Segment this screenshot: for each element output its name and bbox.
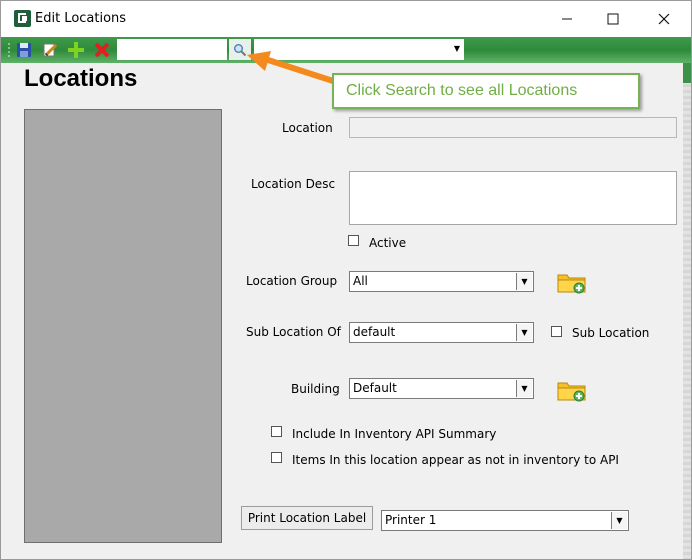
pencil-icon — [43, 43, 58, 57]
chevron-down-icon: ▼ — [516, 273, 532, 290]
app-logo-icon — [14, 10, 31, 27]
right-scrollbar[interactable] — [683, 63, 691, 559]
chevron-down-icon: ▼ — [611, 512, 627, 529]
location-group-value: All — [353, 274, 368, 288]
add-button[interactable] — [66, 40, 86, 60]
print-location-label-button[interactable]: Print Location Label — [241, 506, 373, 530]
save-icon — [17, 43, 31, 57]
toolbar-grip[interactable] — [8, 42, 10, 58]
search-input[interactable] — [117, 39, 227, 60]
printer-select[interactable]: Printer 1 ▼ — [381, 510, 629, 531]
add-location-group-button[interactable] — [557, 270, 587, 294]
maximize-icon — [607, 13, 619, 25]
delete-button[interactable] — [92, 40, 112, 60]
chevron-down-icon: ▼ — [453, 44, 460, 53]
building-value: Default — [353, 381, 397, 395]
building-select[interactable]: Default ▼ — [349, 378, 534, 399]
close-button[interactable] — [641, 1, 687, 37]
delete-x-icon — [94, 42, 110, 58]
location-desc-label: Location Desc — [251, 177, 336, 191]
edit-locations-window: Edit Locations ▼ Locations Location Loca… — [0, 0, 692, 560]
edit-button[interactable] — [40, 40, 60, 60]
location-group-label: Location Group — [246, 274, 338, 288]
save-button[interactable] — [14, 40, 34, 60]
sub-location-checkbox[interactable] — [551, 326, 562, 337]
toolbar: ▼ — [1, 37, 691, 63]
maximize-button[interactable] — [590, 1, 636, 37]
location-label: Location — [282, 121, 333, 135]
annotation-arrow — [247, 51, 336, 84]
page-title: Locations — [24, 65, 138, 92]
minimize-icon — [562, 18, 572, 20]
location-group-select[interactable]: All ▼ — [349, 271, 534, 292]
building-label: Building — [291, 382, 340, 396]
not-in-inventory-checkbox[interactable] — [271, 452, 282, 463]
sub-location-of-select[interactable]: default ▼ — [349, 322, 534, 343]
chevron-down-icon: ▼ — [516, 380, 532, 397]
right-edge-accent — [683, 63, 691, 83]
minimize-button[interactable] — [544, 1, 590, 37]
folder-add-icon — [557, 382, 586, 402]
chevron-down-icon: ▼ — [516, 324, 532, 341]
printer-value: Printer 1 — [385, 513, 437, 527]
location-field[interactable] — [349, 117, 677, 138]
sub-location-of-label: Sub Location Of — [246, 325, 341, 339]
sub-location-of-value: default — [353, 325, 396, 339]
locations-list[interactable] — [24, 109, 222, 543]
active-label: Active — [369, 236, 407, 250]
include-inventory-checkbox[interactable] — [271, 426, 282, 437]
plus-icon — [68, 42, 84, 58]
folder-add-icon — [557, 274, 586, 294]
sub-location-label: Sub Location — [572, 326, 650, 340]
active-checkbox[interactable] — [348, 235, 359, 246]
main-content: Locations Location Location Desc Active … — [1, 63, 691, 559]
include-inventory-label: Include In Inventory API Summary — [292, 427, 497, 441]
not-in-inventory-label: Items In this location appear as not in … — [292, 453, 619, 467]
add-building-button[interactable] — [557, 378, 587, 402]
location-desc-field[interactable] — [349, 171, 677, 225]
close-icon — [658, 13, 670, 25]
window-title: Edit Locations — [35, 11, 127, 26]
search-hint-callout: Click Search to see all Locations — [332, 73, 640, 109]
title-bar: Edit Locations — [1, 1, 691, 37]
